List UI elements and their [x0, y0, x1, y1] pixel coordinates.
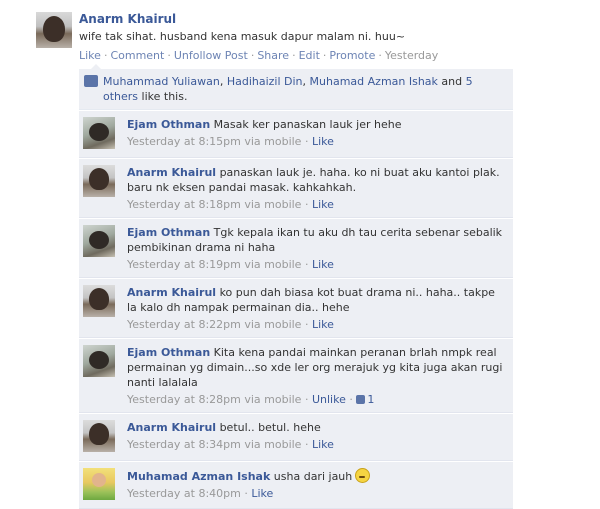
- comment-like-link[interactable]: Like: [312, 198, 334, 211]
- comment-timestamp[interactable]: Yesterday at 8:18pm via mobile: [127, 198, 301, 211]
- likes-summary: Muhammad Yuliawan, Hadihaizil Din, Muham…: [79, 69, 513, 110]
- comment: Anarm Khairul ko pun dah biasa kot buat …: [79, 278, 513, 338]
- post-author-avatar[interactable]: [36, 12, 72, 48]
- worried-smiley-icon: [355, 468, 371, 483]
- commenter-name[interactable]: Anarm Khairul: [127, 421, 216, 434]
- unfollow-post-link[interactable]: Unfollow Post: [174, 49, 248, 62]
- post-message: wife tak sihat. husband kena masuk dapur…: [79, 30, 406, 43]
- liker-name[interactable]: Hadihaizil Din: [227, 75, 303, 88]
- comment-like-link[interactable]: Like: [312, 135, 334, 148]
- separator: ·: [304, 438, 309, 451]
- commenter-avatar[interactable]: [83, 345, 115, 377]
- commenter-name[interactable]: Muhamad Azman Ishak: [127, 470, 270, 483]
- thumbs-up-icon: [356, 395, 366, 404]
- commenter-avatar[interactable]: [83, 165, 115, 197]
- comment-text: Masak ker panaskan lauk jer hehe: [213, 118, 402, 131]
- likes-suffix: like this.: [141, 90, 188, 103]
- thumbs-up-icon: [84, 75, 98, 87]
- separator: ·: [304, 198, 309, 211]
- separator: ·: [250, 49, 255, 62]
- commenter-name[interactable]: Ejam Othman: [127, 226, 210, 239]
- commenter-name[interactable]: Anarm Khairul: [127, 166, 216, 179]
- comment-timestamp[interactable]: Yesterday at 8:28pm via mobile: [127, 393, 301, 406]
- feedback-box: Muhammad Yuliawan, Hadihaizil Din, Muham…: [79, 64, 513, 509]
- comment-like-count[interactable]: 1: [356, 393, 374, 406]
- comment-like-link[interactable]: Like: [312, 258, 334, 271]
- and-text: and: [441, 75, 463, 88]
- comment-text: betul.. betul. hehe: [219, 421, 321, 434]
- separator: ·: [304, 258, 309, 271]
- separator: ·: [304, 393, 309, 406]
- separator: ·: [322, 49, 327, 62]
- share-link[interactable]: Share: [257, 49, 289, 62]
- comment: Anarm Khairul panaskan lauk je. haha. ko…: [79, 158, 513, 218]
- commenter-name[interactable]: Ejam Othman: [127, 118, 210, 131]
- post-actions: Like · Comment · Unfollow Post · Share · Edit · Pr…: [79, 49, 579, 62]
- like-count-value: 1: [367, 393, 375, 406]
- liker-name[interactable]: Muhammad Yuliawan: [103, 75, 220, 88]
- separator: ·: [103, 49, 108, 62]
- separator: ·: [349, 393, 353, 406]
- commenter-avatar[interactable]: [83, 420, 115, 452]
- separator: ·: [292, 49, 296, 62]
- comment: Muhamad Azman Ishak usha dari jauh Yeste…: [79, 461, 513, 509]
- commenter-avatar[interactable]: [83, 468, 115, 500]
- post-timestamp[interactable]: Yesterday: [385, 49, 438, 62]
- comment: Anarm Khairul betul.. betul. hehe Yester…: [79, 413, 513, 461]
- comment-unlike-link[interactable]: Unlike: [312, 393, 346, 406]
- comment-link[interactable]: Comment: [110, 49, 164, 62]
- comment: Ejam Othman Tgk kepala ikan tu aku dh ta…: [79, 218, 513, 278]
- commenter-avatar[interactable]: [83, 225, 115, 257]
- comment-like-link[interactable]: Like: [312, 318, 334, 331]
- like-post-link[interactable]: Like: [79, 49, 101, 62]
- liker-name[interactable]: Muhamad Azman Ishak: [310, 75, 438, 88]
- separator: ·: [378, 49, 382, 62]
- edit-link[interactable]: Edit: [299, 49, 320, 62]
- comment-timestamp[interactable]: Yesterday at 8:15pm via mobile: [127, 135, 301, 148]
- separator: ·: [167, 49, 171, 62]
- comment-timestamp[interactable]: Yesterday at 8:34pm via mobile: [127, 438, 301, 451]
- separator: ·: [304, 318, 309, 331]
- comment-timestamp[interactable]: Yesterday at 8:19pm via mobile: [127, 258, 301, 271]
- post: Anarm Khairul wife tak sihat. husband ke…: [79, 12, 579, 62]
- comment-text: usha dari jauh: [273, 470, 353, 483]
- comment-like-link[interactable]: Like: [312, 438, 334, 451]
- commenter-avatar[interactable]: [83, 285, 115, 317]
- comma: ,: [219, 75, 224, 88]
- comment: Ejam Othman Kita kena pandai mainkan per…: [79, 338, 513, 413]
- promote-link[interactable]: Promote: [329, 49, 375, 62]
- post-author-name[interactable]: Anarm Khairul: [79, 12, 579, 26]
- separator: ·: [304, 135, 309, 148]
- commenter-name[interactable]: Anarm Khairul: [127, 286, 216, 299]
- comma: ,: [302, 75, 307, 88]
- commenter-avatar[interactable]: [83, 117, 115, 149]
- comment: Ejam Othman Masak ker panaskan lauk jer …: [79, 110, 513, 158]
- comment-timestamp[interactable]: Yesterday at 8:22pm via mobile: [127, 318, 301, 331]
- commenter-name[interactable]: Ejam Othman: [127, 346, 210, 359]
